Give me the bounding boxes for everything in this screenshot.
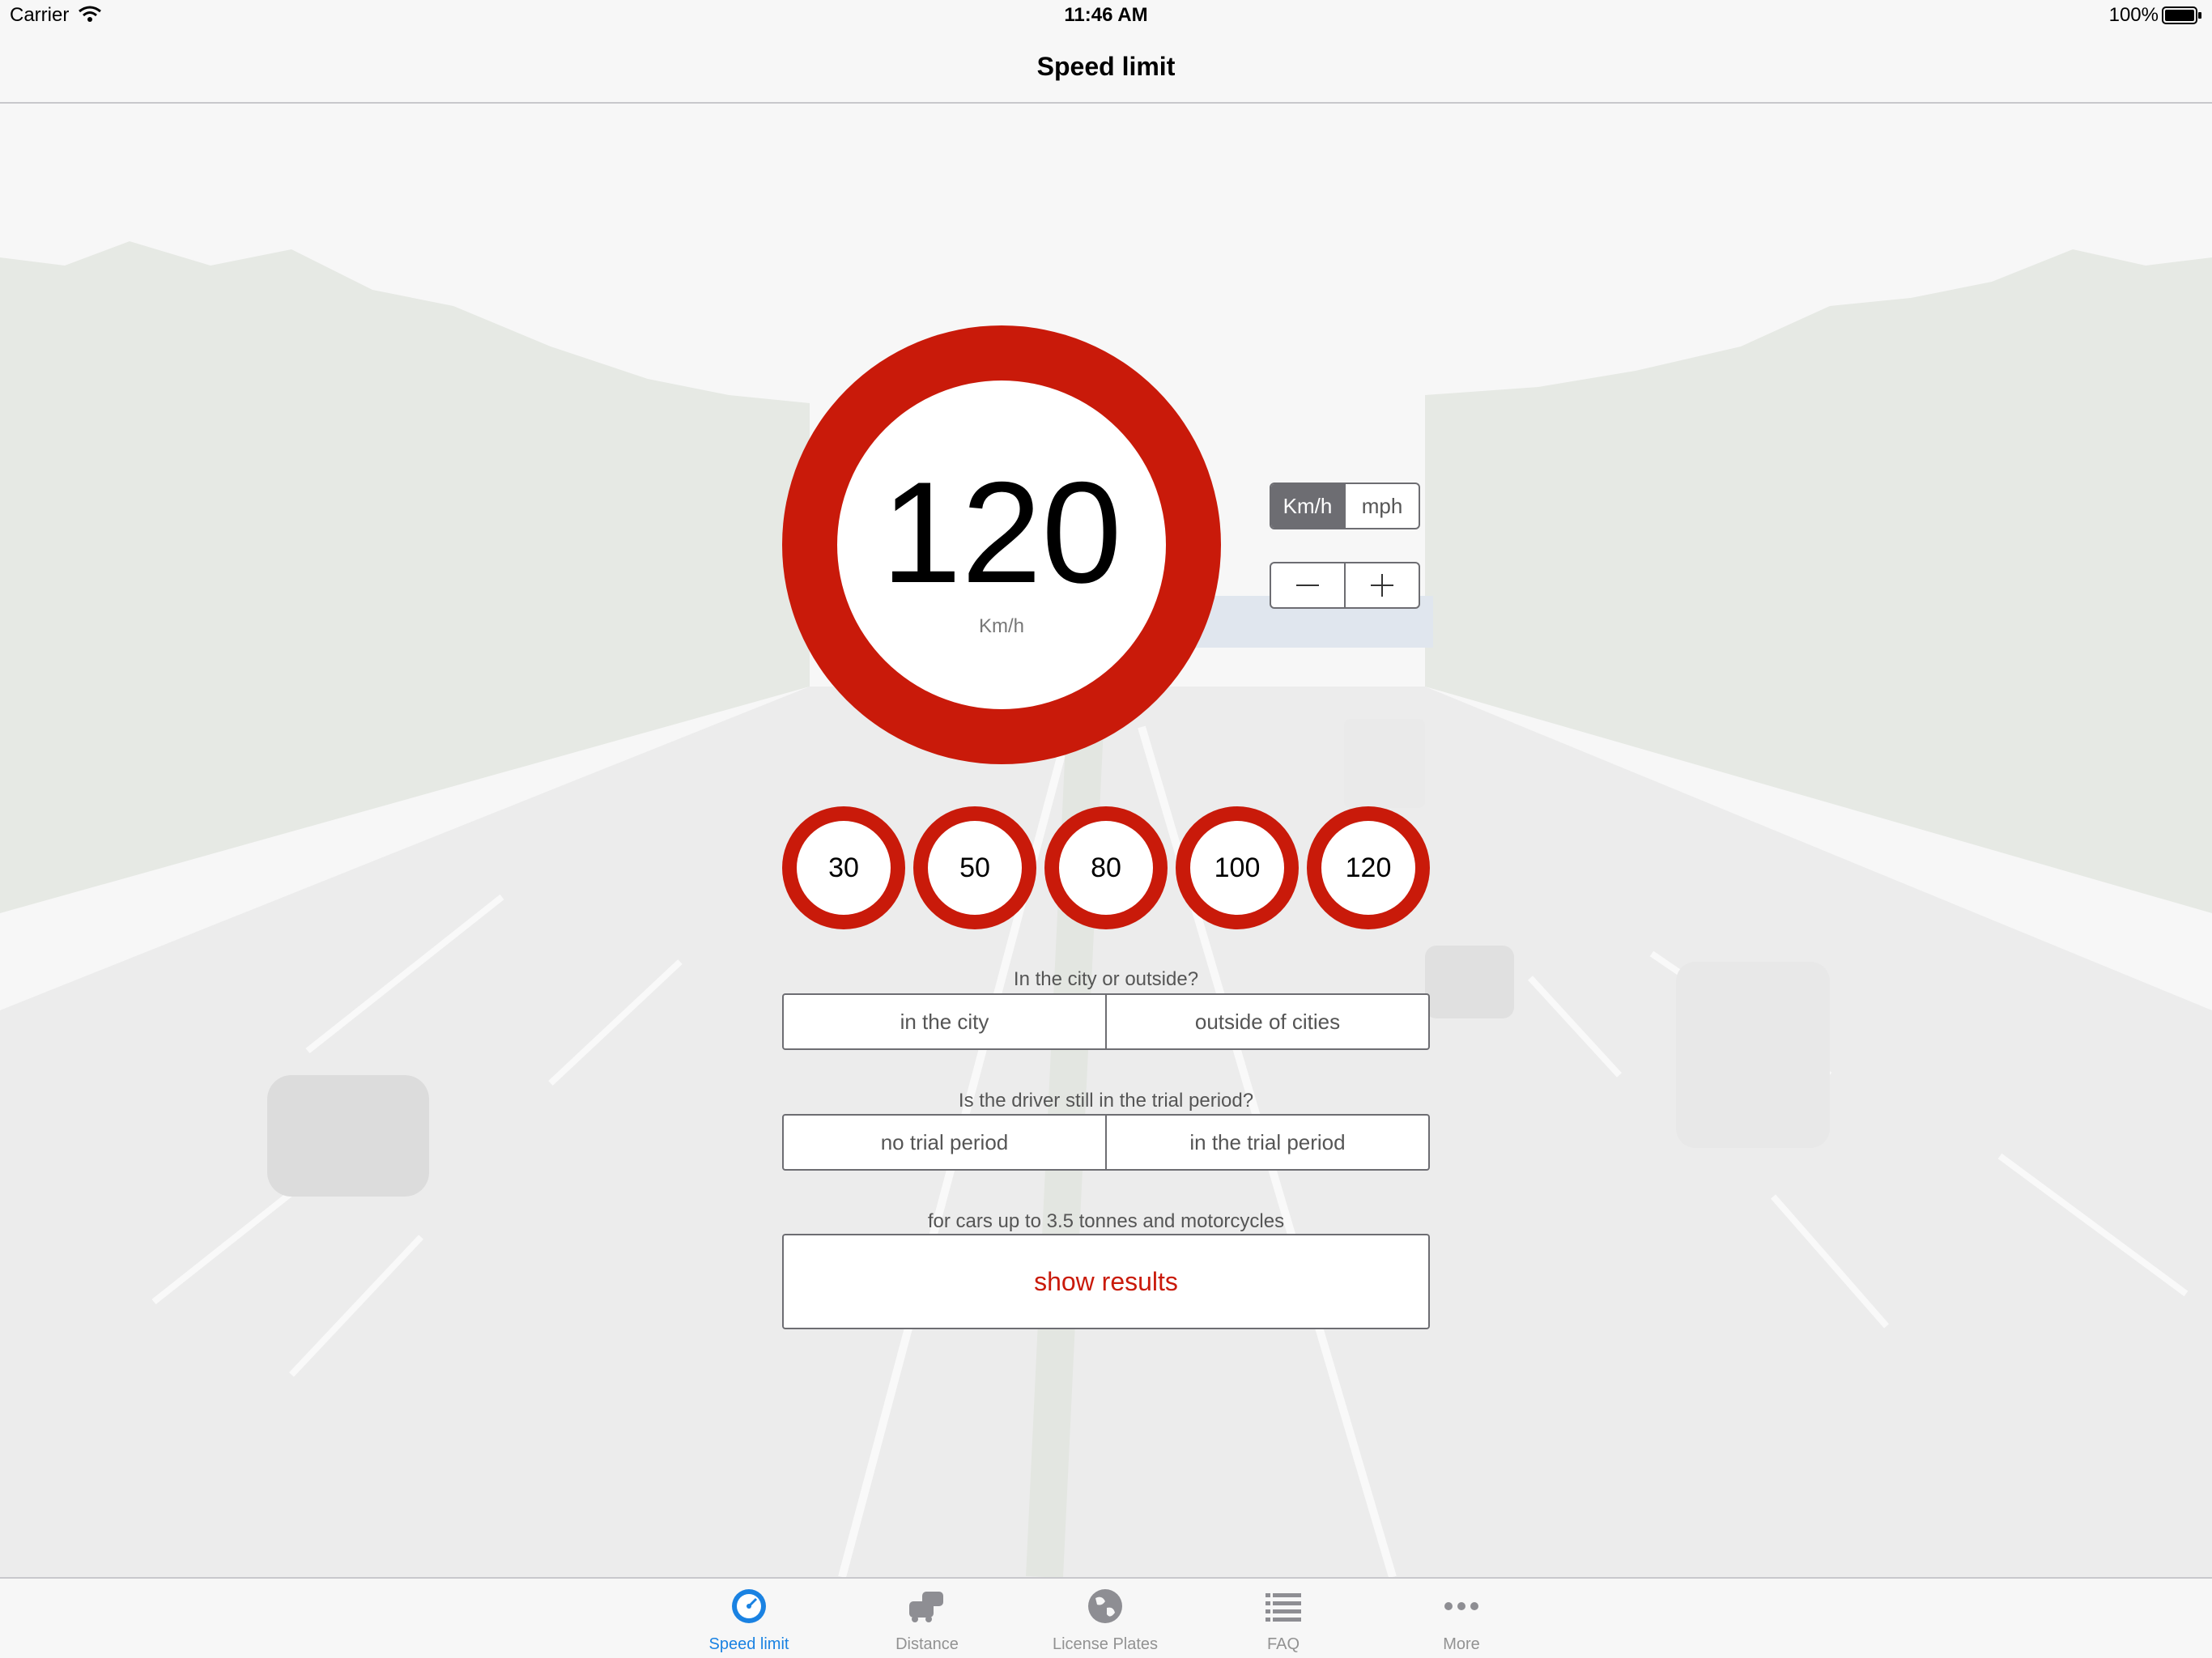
page-title: Speed limit [1036, 52, 1176, 81]
trial-question-label: Is the driver still in the trial period? [958, 1090, 1254, 1112]
unit-segmented-control: Km/h mph [1270, 483, 1420, 529]
preset-value: 50 [928, 821, 1022, 915]
tab-label: License Plates [1052, 1635, 1159, 1653]
no-trial-period-option[interactable]: no trial period [784, 1116, 1105, 1169]
clock: 11:46 AM [1064, 4, 1148, 26]
tab-label: Speed limit [708, 1635, 789, 1653]
speed-limit-sign-face: 120 Km/h [837, 380, 1166, 709]
screen: Carrier 11:46 AM 100% Speed limit 120 Km… [0, 0, 2212, 1658]
location-question-label: In the city or outside? [1013, 968, 1199, 990]
navigation-bar: Speed limit [0, 32, 2212, 104]
preset-value: 100 [1190, 821, 1284, 915]
trial-segmented-control: no trial period in the trial period [782, 1114, 1430, 1171]
status-bar: Carrier 11:46 AM 100% [0, 0, 2212, 32]
preset-value: 30 [797, 821, 891, 915]
tab-label: Distance [895, 1635, 959, 1653]
plus-icon [1371, 574, 1393, 597]
battery-icon [2162, 6, 2201, 24]
preset-sign-80[interactable]: 80 [1044, 806, 1168, 929]
speed-limit-sign: 120 Km/h [782, 325, 1221, 764]
more-icon [1444, 1602, 1478, 1610]
speed-stepper [1270, 562, 1420, 609]
in-trial-period-option[interactable]: in the trial period [1105, 1116, 1428, 1169]
decrement-button[interactable] [1271, 563, 1344, 607]
speed-value: 120 [881, 452, 1122, 613]
preset-sign-30[interactable]: 30 [782, 806, 905, 929]
unit-mph-option[interactable]: mph [1344, 484, 1419, 528]
preset-value: 80 [1059, 821, 1153, 915]
globe-icon [1088, 1589, 1122, 1623]
list-icon [1266, 1593, 1301, 1622]
cars-icon [909, 1592, 943, 1622]
tab-label: FAQ [1266, 1635, 1300, 1653]
increment-button[interactable] [1344, 563, 1419, 607]
tab-distance[interactable]: Distance [846, 1579, 1008, 1658]
show-results-button[interactable]: show results [782, 1234, 1430, 1329]
preset-value: 120 [1321, 821, 1415, 915]
tab-faq[interactable]: FAQ [1202, 1579, 1364, 1658]
battery-percentage: 100% [2108, 4, 2159, 26]
location-segmented-control: in the city outside of cities [782, 993, 1430, 1050]
tab-license-plates[interactable]: License Plates [1024, 1579, 1186, 1658]
tab-speed-limit[interactable]: Speed limit [668, 1579, 830, 1658]
unit-kmh-option[interactable]: Km/h [1271, 484, 1344, 528]
tab-label: More [1443, 1635, 1480, 1653]
vehicle-note: for cars up to 3.5 tonnes and motorcycle… [927, 1210, 1285, 1232]
preset-sign-50[interactable]: 50 [913, 806, 1036, 929]
preset-sign-100[interactable]: 100 [1176, 806, 1299, 929]
minus-icon [1296, 585, 1319, 586]
preset-sign-120[interactable]: 120 [1307, 806, 1430, 929]
speedometer-icon [732, 1589, 766, 1623]
outside-of-cities-option[interactable]: outside of cities [1105, 995, 1428, 1048]
tab-bar: Speed limit Distance License Plates FAQ … [0, 1577, 2212, 1658]
tab-more[interactable]: More [1380, 1579, 1542, 1658]
in-the-city-option[interactable]: in the city [784, 995, 1105, 1048]
speed-unit: Km/h [978, 615, 1024, 637]
